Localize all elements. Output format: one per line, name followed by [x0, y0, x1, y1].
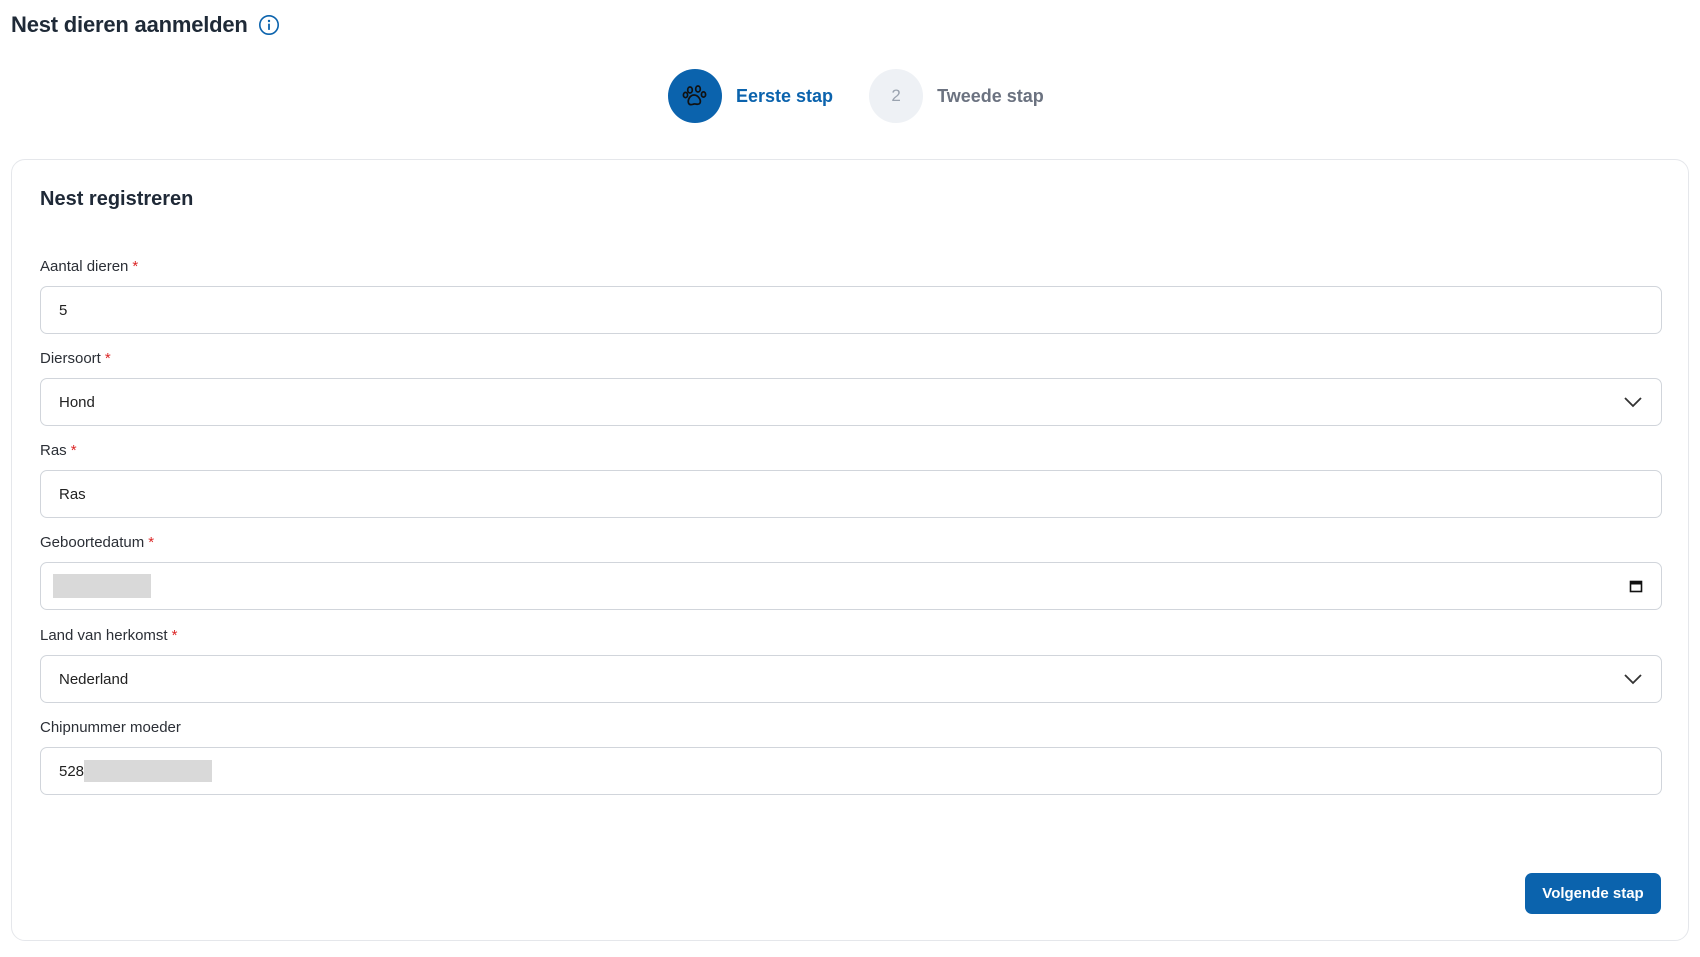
field-label: Diersoort *	[40, 349, 1662, 369]
required-marker: *	[70, 442, 77, 459]
redacted-chip-value	[84, 760, 213, 782]
field-chipnummer-moeder: Chipnummer moeder 528	[40, 718, 1662, 795]
step-2[interactable]: 2 Tweede stap	[869, 69, 1044, 123]
step-2-indicator: 2	[869, 69, 924, 123]
field-label: Ras *	[40, 441, 1662, 461]
calendar-icon[interactable]	[1629, 579, 1643, 593]
page-header: Nest dieren aanmelden	[11, 10, 280, 40]
step-1[interactable]: Eerste stap	[668, 69, 833, 123]
next-step-button[interactable]: Volgende stap	[1525, 873, 1661, 914]
paw-icon	[682, 85, 707, 106]
form-title: Nest registreren	[40, 188, 194, 210]
diersoort-select[interactable]: Hond	[40, 378, 1662, 426]
select-value: Nederland	[59, 670, 129, 688]
chevron-down-icon	[1624, 674, 1642, 685]
label-text: Chipnummer moeder	[40, 719, 181, 736]
redacted-date-value	[53, 574, 151, 598]
required-marker: *	[104, 350, 111, 367]
field-label: Geboortedatum *	[40, 533, 1662, 553]
field-ras: Ras * Ras	[40, 441, 1662, 518]
field-land-van-herkomst: Land van herkomst * Nederland	[40, 626, 1662, 703]
page-title: Nest dieren aanmelden	[11, 12, 248, 37]
land-select[interactable]: Nederland	[40, 655, 1662, 703]
info-circle-icon[interactable]	[258, 14, 280, 36]
required-marker: *	[171, 627, 178, 644]
field-label: Chipnummer moeder	[40, 718, 1662, 738]
form-card: Nest registreren Aantal dieren * 5 Dierso…	[11, 159, 1689, 941]
label-text: Land van herkomst	[40, 627, 168, 644]
chevron-down-icon	[1624, 397, 1642, 408]
step-2-label: Tweede stap	[937, 85, 1044, 106]
input-value: Ras	[59, 485, 86, 503]
input-value: 528	[59, 762, 85, 780]
step-1-indicator	[668, 69, 722, 123]
aantal-dieren-input[interactable]: 5	[40, 286, 1662, 334]
required-marker: *	[132, 258, 139, 275]
ras-input[interactable]: Ras	[40, 470, 1662, 518]
field-aantal-dieren: Aantal dieren * 5	[40, 257, 1662, 334]
chipnummer-input[interactable]: 528	[40, 747, 1662, 795]
select-value: Hond	[59, 393, 95, 411]
required-marker: *	[148, 534, 155, 551]
field-diersoort: Diersoort * Hond	[40, 349, 1662, 426]
label-text: Geboortedatum	[40, 534, 145, 551]
input-value: 5	[59, 301, 68, 319]
label-text: Aantal dieren	[40, 258, 129, 275]
label-text: Diersoort	[40, 350, 101, 367]
field-label: Land van herkomst *	[40, 626, 1662, 646]
step-1-label: Eerste stap	[736, 85, 834, 106]
label-text: Ras	[40, 442, 67, 459]
stepper: Eerste stap 2 Tweede stap	[668, 68, 1044, 124]
geboortedatum-input[interactable]	[40, 562, 1662, 610]
field-label: Aantal dieren *	[40, 257, 1662, 277]
field-geboortedatum: Geboortedatum *	[40, 533, 1662, 610]
